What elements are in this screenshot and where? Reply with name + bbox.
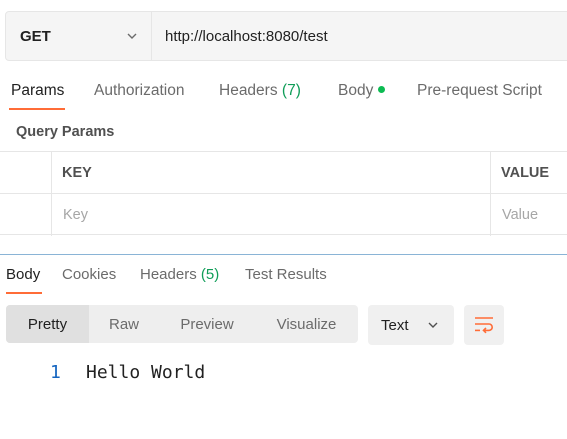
tab-headers[interactable]: Headers (7) (219, 82, 301, 100)
column-divider (51, 194, 52, 236)
column-divider (490, 194, 491, 236)
url-input[interactable]: http://localhost:8080/test (152, 12, 567, 60)
request-bar: GET http://localhost:8080/test (5, 11, 567, 61)
view-preview[interactable]: Preview (159, 305, 255, 343)
line-number: 1 (50, 362, 61, 383)
body-indicator-dot (378, 86, 386, 94)
response-code-line: 1 Hello World (0, 360, 567, 386)
tab-pre-request-script[interactable]: Pre-request Script (417, 82, 542, 100)
view-pretty[interactable]: Pretty (6, 305, 89, 343)
tab-body[interactable]: Body (338, 82, 386, 100)
tab-headers-label: Headers (219, 82, 278, 99)
table-header-row: KEY VALUE (0, 152, 567, 194)
query-params-table: KEY VALUE Key Value (0, 151, 567, 236)
request-tabs: Params Authorization Headers (7) Body Pr… (0, 74, 567, 110)
response-tab-headers-label: Headers (140, 266, 197, 283)
response-tab-cookies[interactable]: Cookies (62, 266, 116, 283)
headers-count: (7) (281, 82, 301, 99)
column-header-value: VALUE (501, 165, 550, 181)
response-body-text[interactable]: Hello World (86, 362, 205, 383)
query-params-title: Query Params (16, 124, 115, 140)
chevron-down-icon (127, 33, 137, 39)
tab-authorization[interactable]: Authorization (94, 82, 184, 100)
value-input[interactable]: Value (502, 194, 538, 236)
response-tab-test-results[interactable]: Test Results (245, 266, 327, 283)
tab-params[interactable]: Params (11, 82, 64, 100)
method-select[interactable]: GET (6, 12, 152, 60)
pane-divider[interactable] (0, 254, 567, 255)
response-tab-headers[interactable]: Headers (5) (140, 266, 219, 283)
table-row: Key Value (0, 194, 567, 236)
tab-body-label: Body (338, 82, 374, 99)
chevron-down-icon (428, 322, 438, 328)
key-input[interactable]: Key (63, 194, 88, 236)
view-mode-selector: Pretty Raw Preview Visualize (6, 305, 358, 343)
response-tab-body[interactable]: Body (6, 266, 40, 283)
response-tabs: Body Cookies Headers (5) Test Results (0, 258, 567, 296)
format-label: Text (381, 316, 409, 334)
response-headers-count: (5) (200, 266, 220, 283)
column-header-key: KEY (62, 165, 92, 181)
column-divider (490, 152, 491, 193)
view-raw[interactable]: Raw (89, 305, 159, 343)
format-select[interactable]: Text (368, 305, 454, 345)
column-divider (51, 152, 52, 193)
active-response-tab-underline (6, 292, 42, 294)
method-label: GET (20, 27, 51, 45)
wrap-lines-button[interactable] (464, 305, 504, 345)
wrap-lines-icon (475, 317, 493, 334)
view-visualize[interactable]: Visualize (255, 305, 358, 343)
active-tab-underline (9, 108, 65, 110)
